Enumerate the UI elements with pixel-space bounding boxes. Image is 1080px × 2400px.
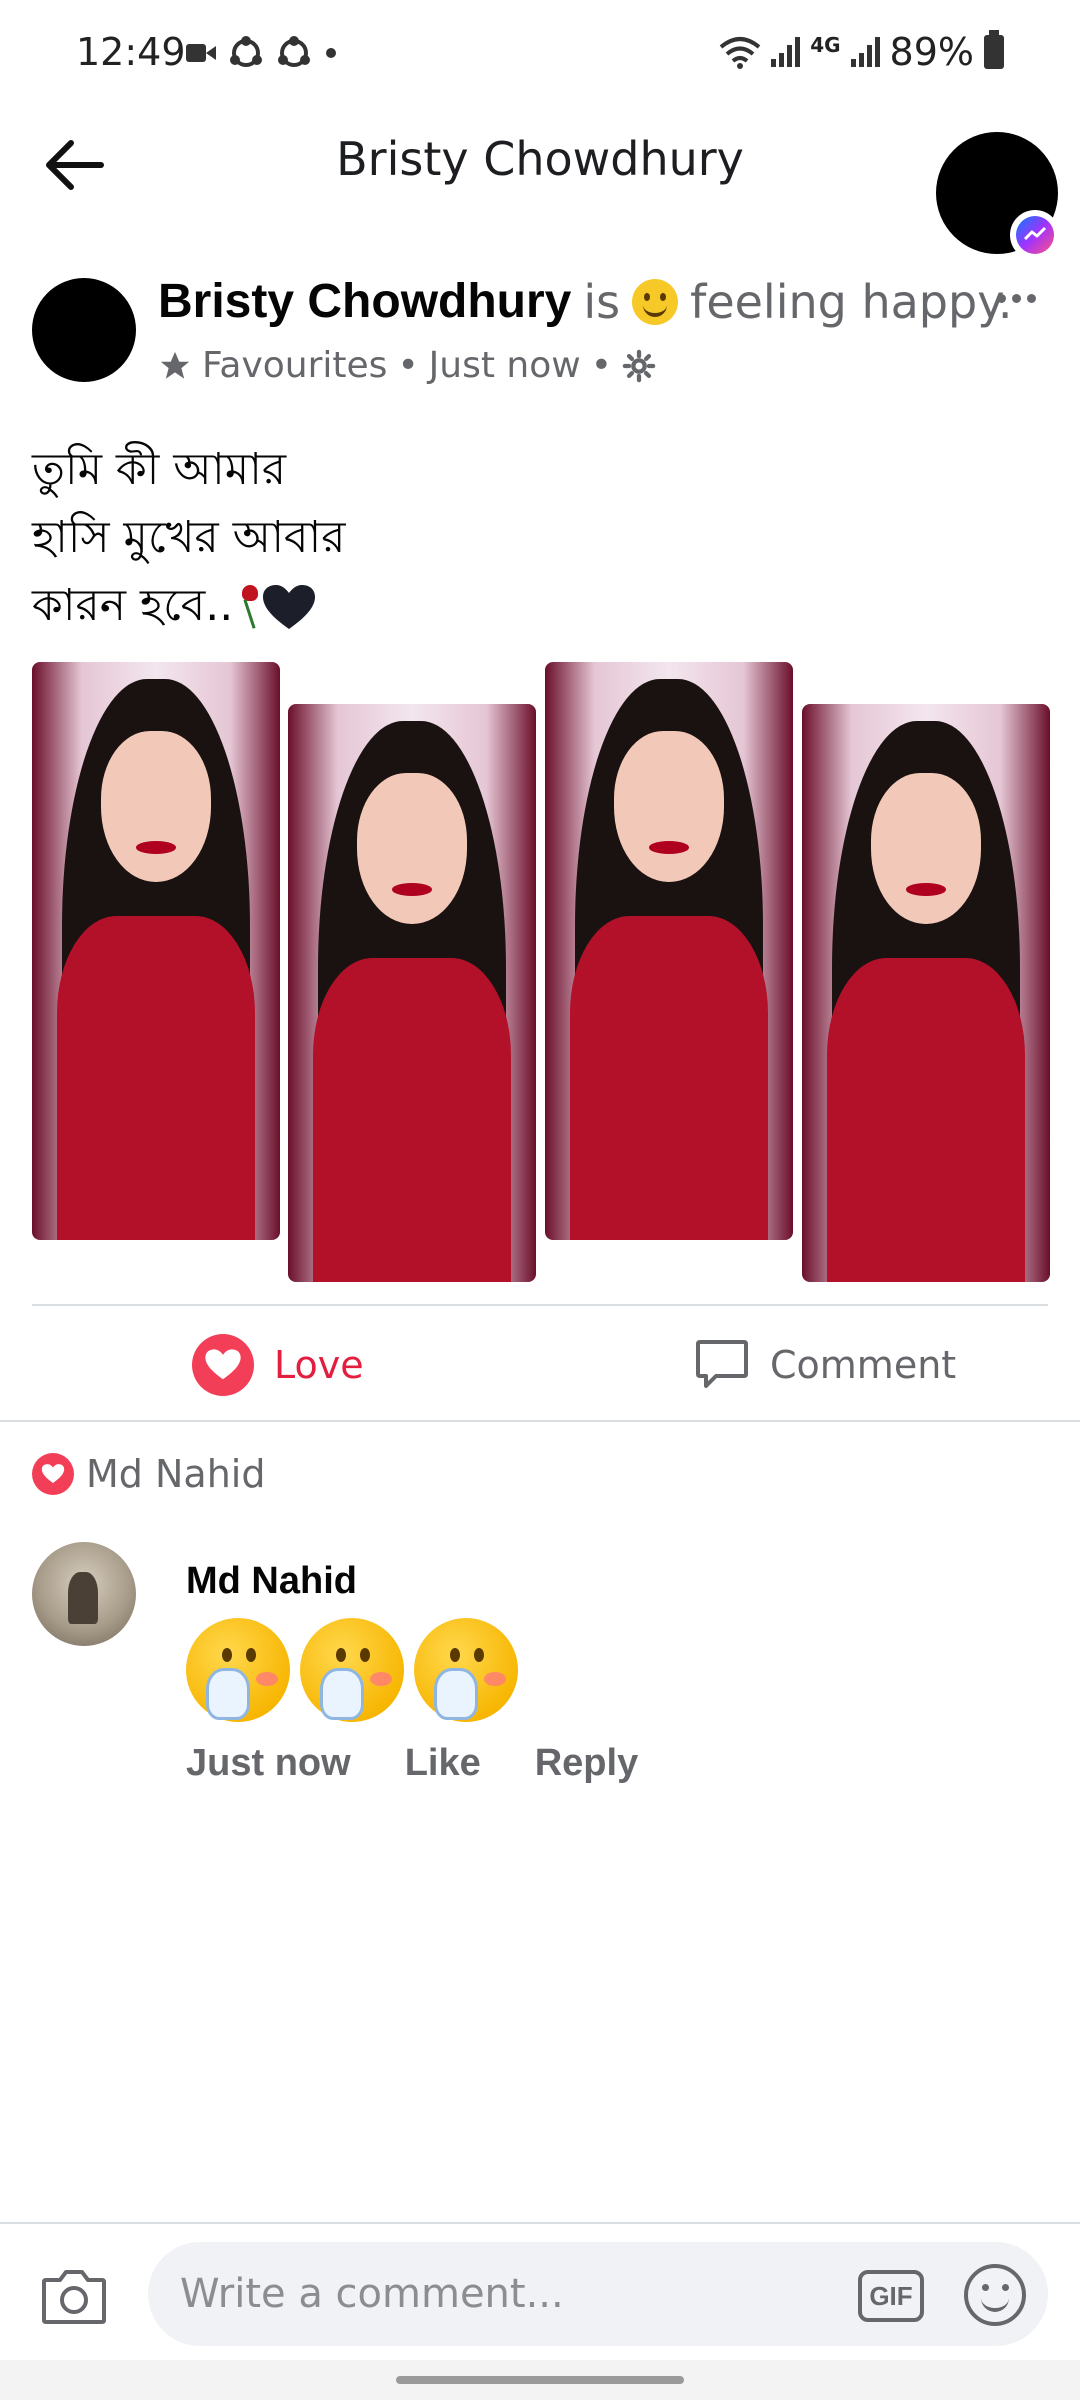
post-photo[interactable]	[32, 662, 280, 1240]
post-body: তুমি কী আমার হাসি মুখের আবার কারন হবে..	[32, 436, 346, 640]
comment-body	[186, 1618, 518, 1722]
more-dot	[1011, 293, 1021, 303]
home-indicator[interactable]	[396, 2376, 684, 2384]
comment-bubble-icon	[696, 1340, 748, 1388]
post-author-name[interactable]: Bristy Chowdhury	[158, 274, 571, 329]
comment-button[interactable]: Comment	[694, 1330, 956, 1400]
love-icon	[192, 1334, 254, 1396]
love-label: Love	[274, 1343, 364, 1387]
comment-label: Comment	[770, 1343, 957, 1387]
wifi-icon	[719, 37, 761, 69]
gif-button[interactable]: GIF	[858, 2270, 924, 2322]
happy-face-icon	[632, 278, 679, 325]
post-headline: Bristy Chowdhury is feeling happy.	[158, 274, 1012, 329]
video-camera-icon	[186, 44, 216, 62]
face-with-hand-over-mouth-icon	[186, 1618, 290, 1722]
status-bar: 12:49 4G 89%	[0, 0, 1080, 110]
post-text-line: কারন হবে..	[32, 572, 346, 640]
love-reaction-icon	[32, 1453, 74, 1495]
love-button[interactable]: Love	[192, 1330, 364, 1400]
post-feeling: feeling happy.	[690, 274, 1013, 329]
comment-author-name[interactable]: Md Nahid	[186, 1560, 357, 1603]
battery-percent: 89%	[889, 30, 974, 74]
comment-time: Just now	[186, 1742, 351, 1784]
post-audience: Favourites	[202, 345, 388, 386]
network-type: 4G	[810, 33, 841, 57]
emoji-button[interactable]	[964, 2264, 1026, 2326]
post-author-avatar[interactable]	[32, 278, 136, 382]
face-with-hand-over-mouth-icon	[300, 1618, 404, 1722]
messenger-badge[interactable]	[1010, 210, 1060, 260]
comment-reply-button[interactable]: Reply	[535, 1742, 638, 1785]
post-text-line-content: কারন হবে..	[32, 580, 234, 631]
more-dot	[1026, 293, 1036, 303]
post-photo[interactable]	[288, 704, 536, 1282]
system-nav-bar	[0, 2360, 1080, 2400]
sync-icon	[230, 36, 262, 67]
more-dot	[996, 293, 1006, 303]
sync-icon	[278, 36, 310, 67]
camera-icon[interactable]	[40, 2266, 108, 2326]
divider	[0, 1420, 1080, 1422]
messenger-icon	[1016, 216, 1054, 254]
post-photo[interactable]	[545, 662, 793, 1240]
wilted-rose-icon	[233, 583, 261, 633]
status-time: 12:49	[76, 30, 186, 74]
post-timestamp[interactable]: Just now	[429, 345, 581, 386]
page-title: Bristy Chowdhury	[336, 132, 744, 186]
reactions-summary[interactable]: Md Nahid	[32, 1452, 265, 1496]
post-photo[interactable]	[802, 704, 1050, 1282]
gear-icon	[622, 349, 656, 382]
reactor-name: Md Nahid	[86, 1452, 266, 1496]
meta-separator: •	[397, 345, 419, 386]
post-text-line: হাসি মুখের আবার	[32, 512, 346, 563]
status-right: 4G 89%	[719, 30, 1004, 74]
comment-author-avatar[interactable]	[32, 1542, 136, 1646]
post-is-text: is	[583, 274, 621, 329]
meta-separator: •	[590, 345, 612, 386]
signal-icon	[771, 37, 801, 67]
star-icon	[160, 351, 190, 379]
face-with-hand-over-mouth-icon	[414, 1618, 518, 1722]
battery-icon	[984, 30, 1004, 69]
dot-icon	[326, 48, 336, 58]
post-more-options-button[interactable]	[986, 278, 1046, 318]
status-notification-icons	[186, 36, 338, 70]
signal-icon	[850, 37, 880, 67]
comment-composer: GIF	[0, 2222, 1080, 2360]
app-header: Bristy Chowdhury	[0, 110, 1080, 260]
divider	[32, 1304, 1048, 1306]
comment-actions: Just now Like Reply	[186, 1742, 638, 1785]
black-heart-icon	[263, 585, 316, 629]
post-text-line: তুমি কী আমার	[32, 444, 287, 495]
post-meta: Favourites • Just now •	[158, 345, 656, 386]
comment-like-button[interactable]: Like	[405, 1742, 481, 1785]
